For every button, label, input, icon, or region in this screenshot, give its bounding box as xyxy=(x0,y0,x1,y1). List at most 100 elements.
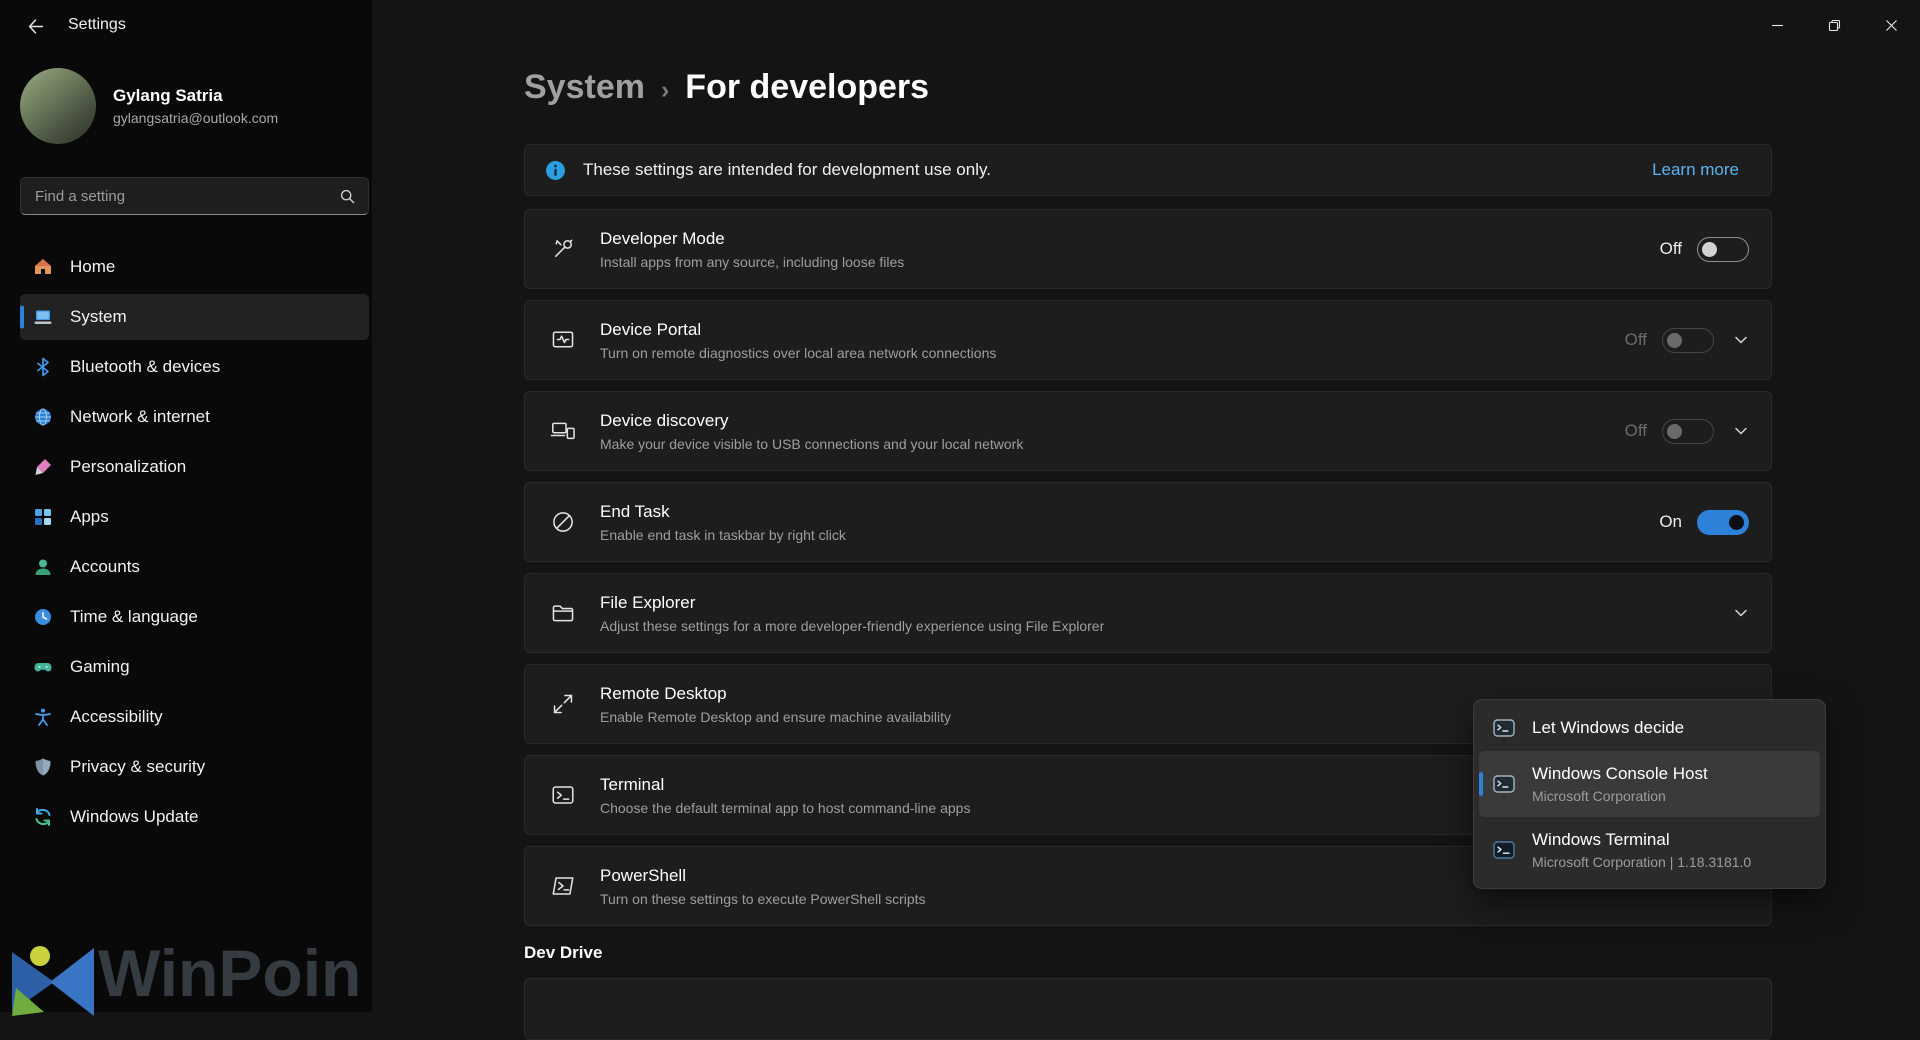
sidebar-item-privacy-security[interactable]: Privacy & security xyxy=(20,744,369,790)
learn-more-link[interactable]: Learn more xyxy=(1652,160,1739,180)
back-arrow-icon xyxy=(26,17,45,36)
setting-description: Choose the default terminal app to host … xyxy=(600,800,970,816)
avatar xyxy=(20,68,96,144)
dropdown-item-title: Windows Terminal xyxy=(1532,830,1751,850)
dropdown-item-windows-terminal[interactable]: Windows Terminal Microsoft Corporation |… xyxy=(1479,817,1820,883)
sidebar-item-system[interactable]: System xyxy=(20,294,369,340)
breadcrumb: System › For developers xyxy=(524,68,929,107)
user-name: Gylang Satria xyxy=(113,86,278,106)
windows-terminal-icon xyxy=(1492,838,1516,862)
sidebar-item-home[interactable]: Home xyxy=(20,244,369,290)
device-discovery-icon xyxy=(550,418,576,444)
sidebar-item-bluetooth-devices[interactable]: Bluetooth & devices xyxy=(20,344,369,390)
sidebar-item-label: Windows Update xyxy=(70,807,199,827)
dropdown-item-title: Windows Console Host xyxy=(1532,764,1708,784)
sidebar-item-personalization[interactable]: Personalization xyxy=(20,444,369,490)
network-icon xyxy=(33,407,53,427)
console-icon xyxy=(1492,716,1516,740)
bluetooth-icon xyxy=(33,357,53,377)
shield-icon xyxy=(33,757,53,777)
sidebar-item-label: Network & internet xyxy=(70,407,210,427)
setting-title: End Task xyxy=(600,502,846,522)
sidebar-item-apps[interactable]: Apps xyxy=(20,494,369,540)
sidebar-item-label: System xyxy=(70,307,127,327)
setting-title: Terminal xyxy=(600,775,970,795)
end-task-toggle[interactable] xyxy=(1697,510,1749,535)
chevron-down-icon[interactable] xyxy=(1733,605,1749,621)
setting-card-file-explorer[interactable]: File Explorer Adjust these settings for … xyxy=(524,573,1772,653)
sidebar-item-label: Bluetooth & devices xyxy=(70,357,220,377)
setting-card-developer-mode: Developer Mode Install apps from any sou… xyxy=(524,209,1772,289)
chevron-down-icon[interactable] xyxy=(1733,423,1749,439)
terminal-icon xyxy=(550,782,576,808)
page-title: For developers xyxy=(685,68,929,107)
sidebar-item-network-internet[interactable]: Network & internet xyxy=(20,394,369,440)
setting-card-end-task: End Task Enable end task in taskbar by r… xyxy=(524,482,1772,562)
sidebar-item-label: Gaming xyxy=(70,657,130,677)
search-icon[interactable] xyxy=(339,188,356,205)
terminal-dropdown-menu: Let Windows decide Windows Console Host … xyxy=(1473,699,1826,889)
setting-title: Remote Desktop xyxy=(600,684,951,704)
setting-description: Turn on remote diagnostics over local ar… xyxy=(600,345,996,361)
sidebar-item-time-language[interactable]: Time & language xyxy=(20,594,369,640)
setting-card-device-discovery[interactable]: Device discovery Make your device visibl… xyxy=(524,391,1772,471)
update-icon xyxy=(33,807,53,827)
setting-title: Developer Mode xyxy=(600,229,904,249)
gamepad-icon xyxy=(33,657,53,677)
toggle-state-label: On xyxy=(1659,512,1682,532)
accounts-icon xyxy=(33,557,53,577)
console-icon xyxy=(1492,772,1516,796)
sidebar-item-label: Accounts xyxy=(70,557,140,577)
info-icon xyxy=(545,160,566,181)
dropdown-item-let-windows-decide[interactable]: Let Windows decide xyxy=(1479,705,1820,751)
back-button[interactable] xyxy=(16,9,54,43)
folder-icon xyxy=(550,600,576,626)
watermark-text: WinPoin xyxy=(98,940,361,1006)
developer-mode-toggle[interactable] xyxy=(1697,237,1749,262)
sidebar-item-accessibility[interactable]: Accessibility xyxy=(20,694,369,740)
personalization-icon xyxy=(33,457,53,477)
breadcrumb-separator-icon: › xyxy=(661,71,669,105)
winpoin-logo xyxy=(10,930,96,1016)
close-button[interactable] xyxy=(1863,0,1920,50)
user-email: gylangsatria@outlook.com xyxy=(113,110,278,126)
setting-description: Make your device visible to USB connecti… xyxy=(600,436,1023,452)
chevron-down-icon[interactable] xyxy=(1733,332,1749,348)
setting-card-device-portal[interactable]: Device Portal Turn on remote diagnostics… xyxy=(524,300,1772,380)
sidebar-item-label: Privacy & security xyxy=(70,757,205,777)
end-task-icon xyxy=(550,509,576,535)
device-discovery-toggle[interactable] xyxy=(1662,419,1714,444)
window-controls xyxy=(1749,0,1920,50)
sidebar-item-accounts[interactable]: Accounts xyxy=(20,544,369,590)
apps-icon xyxy=(33,507,53,527)
sidebar-item-gaming[interactable]: Gaming xyxy=(20,644,369,690)
dropdown-item-subtitle: Microsoft Corporation xyxy=(1532,788,1708,804)
toggle-state-label: Off xyxy=(1625,330,1647,350)
sidebar-nav: Home System Bluetooth & devices Network … xyxy=(20,244,369,844)
clock-icon xyxy=(33,607,53,627)
winpoin-watermark: WinPoin xyxy=(10,930,361,1016)
maximize-button[interactable] xyxy=(1806,0,1863,50)
sidebar-item-windows-update[interactable]: Windows Update xyxy=(20,794,369,840)
setting-description: Enable end task in taskbar by right clic… xyxy=(600,527,846,543)
user-profile[interactable]: Gylang Satria gylangsatria@outlook.com xyxy=(20,68,360,144)
powershell-icon xyxy=(550,873,576,899)
device-portal-toggle[interactable] xyxy=(1662,328,1714,353)
system-icon xyxy=(33,307,53,327)
remote-desktop-icon xyxy=(550,691,576,717)
sidebar-item-label: Apps xyxy=(70,507,109,527)
search-input[interactable] xyxy=(21,188,339,205)
device-portal-icon xyxy=(550,327,576,353)
toggle-state-label: Off xyxy=(1625,421,1647,441)
sidebar-item-label: Time & language xyxy=(70,607,198,627)
sidebar-item-label: Personalization xyxy=(70,457,186,477)
setting-title: PowerShell xyxy=(600,866,926,886)
breadcrumb-system[interactable]: System xyxy=(524,68,645,107)
setting-title: Device discovery xyxy=(600,411,1023,431)
home-icon xyxy=(33,257,53,277)
setting-description: Install apps from any source, including … xyxy=(600,254,904,270)
dropdown-item-windows-console-host[interactable]: Windows Console Host Microsoft Corporati… xyxy=(1479,751,1820,817)
toggle-state-label: Off xyxy=(1660,239,1682,259)
sidebar-item-label: Home xyxy=(70,257,115,277)
minimize-button[interactable] xyxy=(1749,0,1806,50)
